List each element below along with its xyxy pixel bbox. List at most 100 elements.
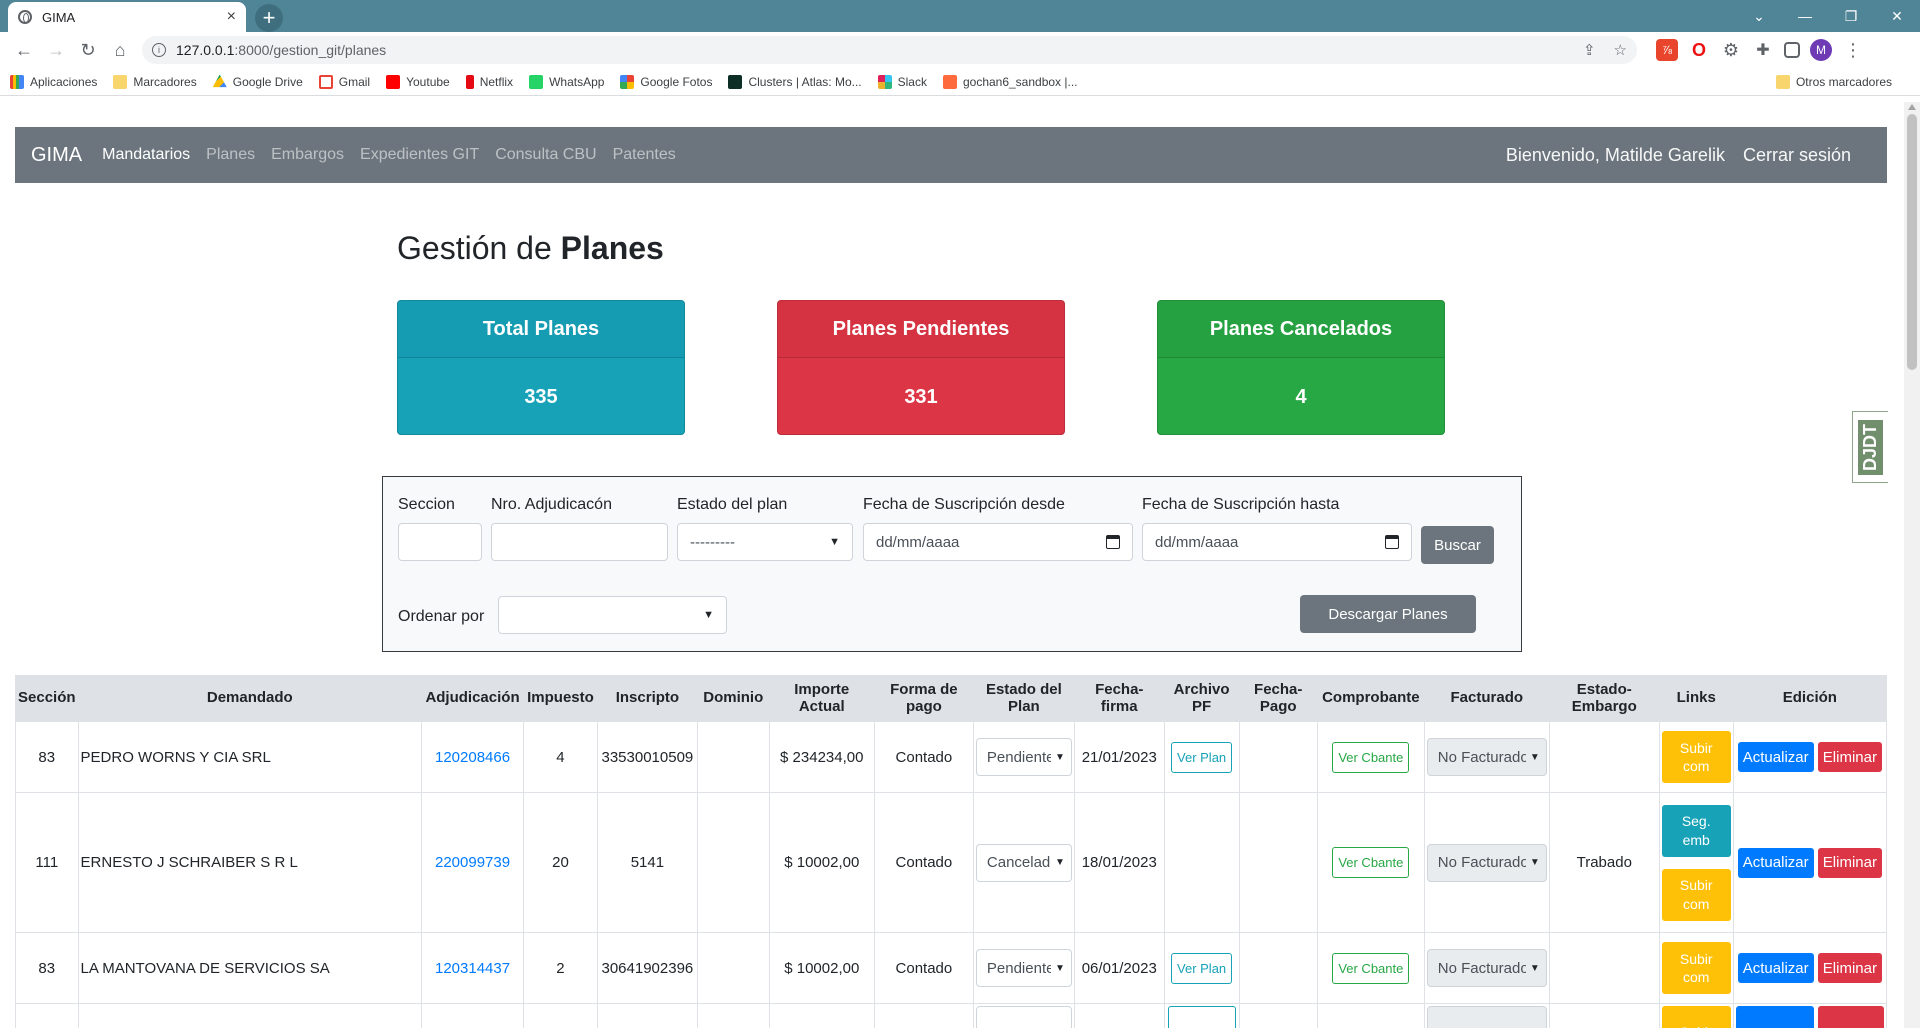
ver-cbante-button[interactable]: Ver Cbante: [1332, 847, 1410, 878]
share-icon[interactable]: ⇪: [1583, 41, 1596, 59]
bookmark-gmail[interactable]: Gmail: [318, 74, 370, 89]
filter-estado: Estado del plan --------- ▼: [677, 496, 853, 561]
bookmark-google-fotos[interactable]: Google Fotos: [620, 74, 712, 89]
nav-link-mandatarios[interactable]: Mandatarios: [102, 146, 190, 164]
bookmark-sandbox[interactable]: gochan6_sandbox |...: [942, 74, 1078, 89]
chevron-down-icon: ▼: [1529, 857, 1540, 868]
subir-com-button[interactable]: Subir com: [1661, 942, 1731, 994]
bookmark-whatsapp[interactable]: WhatsApp: [529, 74, 604, 89]
cell-inscripto: 30641902396: [596, 932, 698, 1004]
tab-search-icon[interactable]: ⌄: [1736, 0, 1782, 32]
nav-link-consulta-cbu[interactable]: Consulta CBU: [495, 146, 596, 164]
subir-com-button[interactable]: Subir com: [1661, 731, 1731, 783]
subir-com-button[interactable]: Subir com: [1661, 868, 1731, 921]
bookmark-slack[interactable]: Slack: [877, 74, 927, 89]
cell-comprobante: Ver Cbante: [1316, 932, 1425, 1004]
seccion-input[interactable]: [398, 523, 482, 561]
facturado-select[interactable]: No Facturado ▼: [1426, 949, 1547, 987]
bookmark-otros[interactable]: Otros marcadores: [1775, 75, 1892, 89]
ver-plan-button[interactable]: [1167, 1006, 1236, 1028]
bookmark-star-icon[interactable]: ☆: [1614, 41, 1627, 59]
tab-close-icon[interactable]: ×: [227, 8, 236, 26]
nav-link-planes[interactable]: Planes: [206, 146, 255, 164]
facturado-select[interactable]: No Facturado ▼: [1426, 843, 1547, 882]
cell-links: Subir: [1658, 1003, 1734, 1028]
column-header: Inscripto: [596, 675, 698, 722]
actualizar-button[interactable]: Actualizar: [1737, 742, 1814, 772]
seg-emb-button[interactable]: Seg. emb: [1661, 804, 1731, 857]
adjudicacion-link[interactable]: 120314437: [435, 960, 510, 977]
bookmark-google-drive[interactable]: Google Drive: [212, 74, 303, 89]
actualizar-button[interactable]: [1735, 1006, 1814, 1028]
eliminar-button[interactable]: [1817, 1006, 1884, 1028]
fecha-desde-input[interactable]: dd/mm/aaaa: [863, 523, 1133, 561]
profile-avatar[interactable]: M: [1810, 39, 1832, 61]
side-panel-icon[interactable]: [1784, 42, 1800, 58]
scrollbar-thumb[interactable]: [1907, 114, 1917, 370]
filter-adjudicacion: Nro. Adjudicacón: [491, 496, 668, 561]
actualizar-button[interactable]: Actualizar: [1737, 847, 1814, 878]
bookmark-netflix[interactable]: Netflix: [465, 74, 513, 89]
nav-link-embargos[interactable]: Embargos: [271, 146, 344, 164]
url-input[interactable]: i 127.0.0.1:8000/gestion_git/planes ⇪ ☆: [142, 36, 1637, 64]
puzzle-icon[interactable]: ✚: [1752, 39, 1774, 61]
adblock-icon[interactable]: O: [1688, 39, 1710, 61]
ver-plan-button[interactable]: Ver Plan: [1171, 741, 1233, 773]
new-tab-button[interactable]: +: [255, 4, 283, 32]
logout-link[interactable]: Cerrar sesión: [1743, 145, 1851, 166]
cell-adjudicacion: 120314437: [421, 932, 524, 1004]
facturado-select[interactable]: No Facturado ▼: [1426, 738, 1547, 776]
page-scrollbar[interactable]: [1904, 102, 1920, 1028]
bookmark-atlas[interactable]: Clusters | Atlas: Mo...: [728, 74, 862, 89]
bookmark-marcadores[interactable]: Marcadores: [113, 74, 197, 89]
adjudicacion-link[interactable]: 120208466: [435, 749, 510, 766]
descargar-planes-button[interactable]: Descargar Planes: [1300, 595, 1476, 633]
estado-select[interactable]: --------- ▼: [677, 523, 853, 561]
filter-seccion: Seccion: [398, 496, 482, 561]
facturado-select[interactable]: [1426, 1006, 1547, 1028]
back-icon[interactable]: ←: [8, 34, 40, 66]
menu-kebab-icon[interactable]: ⋮: [1842, 39, 1864, 61]
gear-icon[interactable]: ⚙: [1720, 39, 1742, 61]
nav-link-patentes[interactable]: Patentes: [613, 146, 676, 164]
fecha-hasta-input[interactable]: dd/mm/aaaa: [1142, 523, 1412, 561]
estado-plan-select[interactable]: Pendiente ▼: [975, 738, 1072, 776]
extension-red-icon[interactable]: ⅞: [1656, 39, 1678, 61]
minimize-icon[interactable]: —: [1782, 0, 1828, 32]
site-info-icon[interactable]: i: [152, 43, 166, 57]
browser-tab[interactable]: GIMA ×: [8, 2, 246, 32]
actualizar-button[interactable]: Actualizar: [1737, 953, 1814, 983]
debug-toolbar-handle[interactable]: DJDT: [1852, 411, 1888, 483]
subir-com-button[interactable]: Subir: [1661, 1006, 1731, 1028]
cell-fecha-pago: [1238, 721, 1318, 793]
welcome-text[interactable]: Bienvenido, Matilde Garelik: [1506, 145, 1725, 166]
estado-plan-select[interactable]: Pendiente ▼: [975, 949, 1072, 987]
bookmark-apps[interactable]: Aplicaciones: [10, 74, 97, 89]
calendar-icon[interactable]: [1106, 535, 1120, 549]
restore-icon[interactable]: ❐: [1828, 0, 1874, 32]
ver-cbante-button[interactable]: Ver Cbante: [1332, 741, 1410, 773]
close-window-icon[interactable]: ✕: [1874, 0, 1920, 32]
ver-plan-button[interactable]: Ver Plan: [1171, 952, 1233, 984]
url-text[interactable]: 127.0.0.1:8000/gestion_git/planes: [176, 42, 1565, 58]
bookmark-youtube[interactable]: Youtube: [386, 74, 450, 89]
buscar-button[interactable]: Buscar: [1421, 526, 1494, 564]
adjudicacion-link[interactable]: 220099739: [435, 854, 510, 871]
calendar-icon[interactable]: [1385, 535, 1399, 549]
adjudicacion-input[interactable]: [491, 523, 668, 561]
ordenar-select[interactable]: ▼: [498, 596, 727, 634]
home-icon[interactable]: ⌂: [104, 34, 136, 66]
ver-cbante-button[interactable]: Ver Cbante: [1332, 952, 1410, 984]
chevron-down-icon: ▼: [1054, 962, 1065, 974]
eliminar-button[interactable]: Eliminar: [1817, 742, 1882, 772]
brand-link[interactable]: GIMA: [31, 144, 82, 167]
nav-link-expedientes-git[interactable]: Expedientes GIT: [360, 146, 479, 164]
column-header: Archivo PF: [1163, 675, 1240, 722]
reload-icon[interactable]: ↻: [72, 34, 104, 66]
eliminar-button[interactable]: Eliminar: [1817, 847, 1882, 878]
eliminar-button[interactable]: Eliminar: [1817, 953, 1882, 983]
scroll-up-icon[interactable]: [1908, 104, 1916, 110]
estado-plan-select[interactable]: Cancelado▼: [975, 843, 1072, 882]
estado-plan-select[interactable]: [975, 1006, 1072, 1028]
forward-icon[interactable]: →: [40, 34, 72, 66]
